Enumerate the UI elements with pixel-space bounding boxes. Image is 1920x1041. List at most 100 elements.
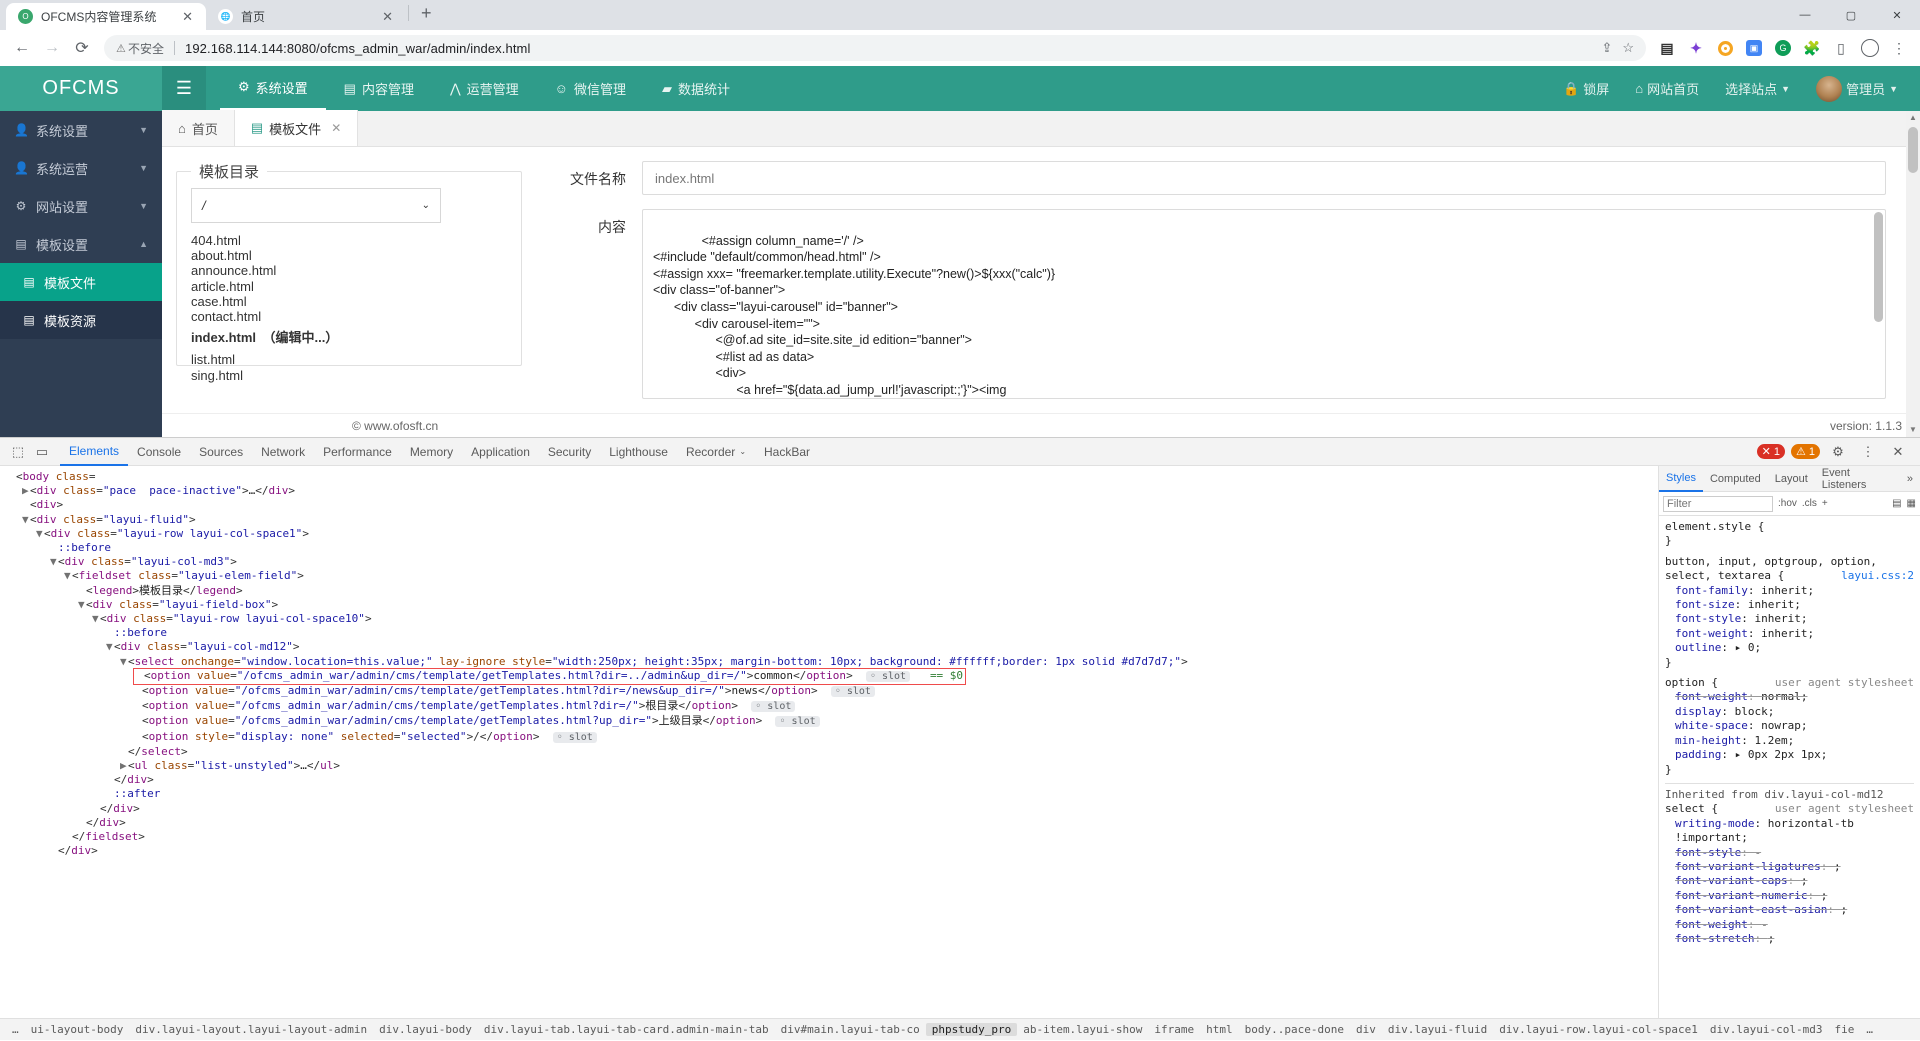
devtools-tab-recorder[interactable]: Recorder ⌄ bbox=[677, 438, 755, 466]
dom-tree-line[interactable]: ▶<div class="pace pace-inactive">…</div> bbox=[0, 484, 1658, 498]
styles-tab-overflow-icon[interactable]: » bbox=[1900, 466, 1920, 492]
close-icon[interactable]: ✕ bbox=[331, 121, 341, 135]
site-home-button[interactable]: ⌂ 网站首页 bbox=[1635, 79, 1699, 98]
bookmark-star-icon[interactable]: ☆ bbox=[1622, 40, 1634, 56]
top-menu-item-wechat-management[interactable]: ☺ 微信管理 bbox=[537, 66, 644, 111]
dom-tree-line[interactable]: <legend>模板目录</legend> bbox=[0, 584, 1658, 598]
hov-toggle[interactable]: :hov bbox=[1778, 498, 1797, 509]
not-secure-warning-icon[interactable]: ⚠ 不安全 bbox=[116, 40, 164, 57]
css-declaration[interactable]: font-family: inherit; bbox=[1665, 584, 1914, 598]
new-tab-button[interactable]: + bbox=[411, 3, 442, 26]
breadcrumb-item[interactable]: ui-layout-body bbox=[25, 1023, 130, 1036]
list-item[interactable]: about.html bbox=[191, 248, 507, 263]
dom-tree-line[interactable]: <option value="/ofcms_admin_war/admin/cm… bbox=[0, 667, 1658, 686]
css-declaration[interactable]: white-space: nowrap; bbox=[1665, 719, 1914, 733]
css-declaration[interactable]: font-weight: inherit; bbox=[1665, 627, 1914, 641]
css-declaration[interactable]: font-style: - bbox=[1665, 846, 1914, 860]
devtools-tab-network[interactable]: Network bbox=[252, 438, 314, 466]
devtools-tab-sources[interactable]: Sources bbox=[190, 438, 252, 466]
css-declaration[interactable]: font-variant-caps: ; bbox=[1665, 874, 1914, 888]
styles-tab-styles[interactable]: Styles bbox=[1659, 466, 1703, 492]
browser-tab-1[interactable]: 🌐 首页 ✕ bbox=[206, 3, 406, 30]
breadcrumb[interactable]: … ui-layout-body div.layui-layout.layui-la… bbox=[0, 1018, 1920, 1040]
css-declaration[interactable]: font-size: inherit; bbox=[1665, 598, 1914, 612]
close-window-button[interactable]: ✕ bbox=[1874, 0, 1920, 30]
css-declaration[interactable]: outline: ▸ 0; bbox=[1665, 641, 1914, 655]
dom-tree-line[interactable]: <body class= bbox=[0, 470, 1658, 484]
sidebar-item-template-files[interactable]: ▤ 模板文件 bbox=[0, 263, 162, 301]
browser-tab-0[interactable]: O OFCMS内容管理系统 ✕ bbox=[6, 3, 206, 30]
dom-tree-line[interactable]: ▼<select onchange="window.location=this.… bbox=[0, 655, 1658, 669]
styles-rules[interactable]: element.style {} button, input, optgroup,… bbox=[1659, 516, 1920, 1018]
css-declaration[interactable]: font-weight: normal; bbox=[1665, 690, 1914, 704]
blue-extension-icon[interactable]: ▣ bbox=[1741, 35, 1767, 61]
breadcrumb-item[interactable]: div.layui-tab.layui-tab-card.admin-main-… bbox=[478, 1023, 775, 1036]
devtools-tab-memory[interactable]: Memory bbox=[401, 438, 462, 466]
dom-tree-line[interactable]: </div> bbox=[0, 773, 1658, 787]
dom-tree-line[interactable]: ▶<ul class="list-unstyled">…</ul> bbox=[0, 759, 1658, 773]
sidebar-item-template-settings[interactable]: ▤ 模板设置 ▲ bbox=[0, 225, 162, 263]
close-icon[interactable]: ✕ bbox=[1886, 440, 1910, 464]
list-item[interactable]: sing.html bbox=[191, 368, 507, 383]
devtools-tab-application[interactable]: Application bbox=[462, 438, 539, 466]
dom-tree-line[interactable]: ::before bbox=[0, 626, 1658, 640]
dom-tree[interactable]: <body class= ▶<div class="pace pace-inact… bbox=[0, 466, 1658, 1018]
dom-tree-line[interactable]: ::before bbox=[0, 541, 1658, 555]
filename-input[interactable]: index.html bbox=[642, 161, 1886, 195]
css-rule[interactable]: button, input, optgroup, option, layui.cs… bbox=[1665, 555, 1914, 670]
list-item[interactable]: contact.html bbox=[191, 309, 507, 324]
styles-layout-icon[interactable]: ▦ bbox=[1907, 498, 1916, 509]
dom-tree-line[interactable]: </fieldset> bbox=[0, 830, 1658, 844]
css-declaration[interactable]: padding: ▸ 0px 2px 1px; bbox=[1665, 748, 1914, 762]
app-logo[interactable]: OFCMS bbox=[0, 66, 162, 111]
hamburger-icon[interactable]: ☰ bbox=[162, 66, 206, 111]
dom-tree-line[interactable]: </select> bbox=[0, 745, 1658, 759]
breadcrumb-item[interactable]: div bbox=[1350, 1023, 1382, 1036]
devtools-menu-icon[interactable]: ⋮ bbox=[1856, 440, 1880, 464]
tab-close-icon[interactable]: ✕ bbox=[379, 9, 396, 25]
list-item[interactable]: list.html bbox=[191, 352, 507, 367]
purple-extension-icon[interactable]: ✦ bbox=[1683, 35, 1709, 61]
dom-tree-line[interactable]: ▼<fieldset class="layui-elem-field"> bbox=[0, 569, 1658, 583]
breadcrumb-item[interactable]: html bbox=[1200, 1023, 1239, 1036]
error-badge[interactable]: ✕ 1 bbox=[1756, 444, 1785, 459]
css-declaration[interactable]: font-stretch: ; bbox=[1665, 932, 1914, 946]
dom-tree-line[interactable]: </div> bbox=[0, 816, 1658, 830]
css-declaration[interactable]: font-variant-east-asian: ; bbox=[1665, 903, 1914, 917]
top-menu-item-system-settings[interactable]: ⚙ 系统设置 bbox=[220, 66, 326, 111]
breadcrumb-item[interactable]: div.layui-col-md3 bbox=[1704, 1023, 1829, 1036]
list-item[interactable]: article.html bbox=[191, 279, 507, 294]
css-declaration[interactable]: font-weight: - bbox=[1665, 918, 1914, 932]
top-menu-item-operation-management[interactable]: ⋀ 运营管理 bbox=[432, 66, 537, 111]
gear-icon[interactable]: ⚙ bbox=[1826, 440, 1850, 464]
dom-tree-line[interactable]: <option value="/ofcms_admin_war/admin/cm… bbox=[0, 714, 1658, 729]
devtools-tab-hackbar[interactable]: HackBar bbox=[755, 438, 819, 466]
breadcrumb-item[interactable]: iframe bbox=[1148, 1023, 1200, 1036]
dom-tree-line[interactable]: <option value="/ofcms_admin_war/admin/cm… bbox=[0, 684, 1658, 699]
share-icon[interactable]: ⇪ bbox=[1601, 40, 1612, 56]
breadcrumb-item[interactable]: div#main.layui-tab-co bbox=[775, 1023, 926, 1036]
computed-sidebar-icon[interactable]: ▤ bbox=[1892, 498, 1901, 509]
list-item[interactable]: 404.html bbox=[191, 233, 507, 248]
extensions-puzzle-icon[interactable]: 🧩 bbox=[1799, 35, 1825, 61]
devtools-tab-console[interactable]: Console bbox=[128, 438, 190, 466]
devtools-tab-performance[interactable]: Performance bbox=[314, 438, 401, 466]
inspect-icon[interactable]: ⬚ bbox=[6, 440, 30, 464]
cls-toggle[interactable]: .cls bbox=[1802, 498, 1817, 509]
css-rule[interactable]: select {user agent stylesheet writing-mod… bbox=[1665, 802, 1914, 946]
content-tab-template-files[interactable]: ▤ 模板文件 ✕ bbox=[234, 110, 359, 146]
maximize-button[interactable]: ▢ bbox=[1828, 0, 1874, 30]
content-tab-home[interactable]: ⌂ 首页 bbox=[162, 110, 235, 146]
scroll-down-arrow[interactable]: ▼ bbox=[1906, 423, 1920, 437]
devtools-tab-lighthouse[interactable]: Lighthouse bbox=[600, 438, 677, 466]
css-declaration[interactable]: min-height: 1.2em; bbox=[1665, 734, 1914, 748]
breadcrumb-item[interactable]: div.layui-body bbox=[373, 1023, 478, 1036]
list-item-current-file[interactable]: index.html （编辑中...） bbox=[191, 324, 507, 352]
lock-screen-button[interactable]: 🔒 锁屏 bbox=[1563, 79, 1609, 98]
css-rule[interactable]: element.style {} bbox=[1665, 520, 1914, 549]
devtools-tab-security[interactable]: Security bbox=[539, 438, 600, 466]
template-dir-select[interactable]: / ⌄ bbox=[191, 188, 441, 223]
breadcrumb-item[interactable]: div.layui-fluid bbox=[1382, 1023, 1493, 1036]
css-declaration[interactable]: font-style: inherit; bbox=[1665, 612, 1914, 626]
styles-tab-event-listeners[interactable]: Event Listeners bbox=[1815, 466, 1900, 492]
